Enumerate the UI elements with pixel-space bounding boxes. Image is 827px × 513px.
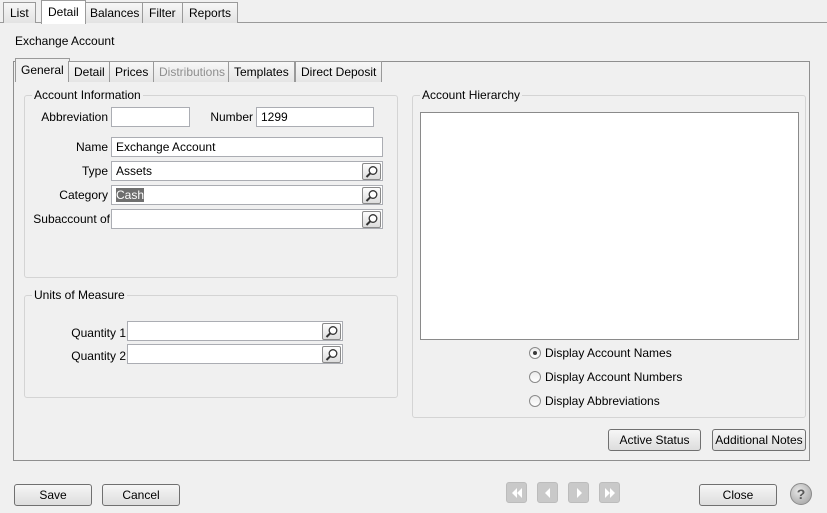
top-tab-label: Balances [90, 6, 140, 20]
magnifier-icon [365, 214, 378, 226]
tab-label: General [21, 63, 64, 77]
quantity2-label: Quantity 2 [71, 349, 126, 363]
tab-label: Detail [74, 65, 105, 79]
abbreviation-label: Abbreviation [41, 110, 108, 124]
category-label: Category [59, 188, 108, 202]
tab-label: Direct Deposit [301, 65, 377, 79]
tab-detail[interactable]: Detail [68, 61, 111, 82]
radio-label: Display Account Numbers [545, 370, 683, 384]
top-tab-list[interactable]: List [3, 2, 36, 23]
subaccount-lookup-button[interactable] [362, 211, 381, 228]
radio-label: Display Account Names [545, 346, 672, 360]
radio-indicator [529, 395, 541, 407]
last-record-button[interactable] [599, 482, 620, 503]
radio-display-account-numbers[interactable]: Display Account Numbers [529, 370, 682, 384]
subaccount-field[interactable] [111, 209, 383, 229]
radio-display-abbreviations[interactable]: Display Abbreviations [529, 394, 660, 408]
quantity2-lookup-button[interactable] [322, 346, 341, 363]
magnifier-icon [325, 349, 338, 361]
type-lookup-button[interactable] [362, 163, 381, 180]
first-record-icon [512, 488, 522, 498]
tab-general[interactable]: General [15, 58, 70, 82]
close-button[interactable]: Close [699, 484, 777, 506]
tab-label: Templates [234, 65, 289, 79]
additional-notes-button[interactable]: Additional Notes [712, 429, 806, 451]
top-tab-label: Filter [149, 6, 176, 20]
cancel-button[interactable]: Cancel [102, 484, 180, 506]
name-label: Name [75, 140, 108, 154]
previous-record-icon [545, 488, 550, 498]
next-record-button[interactable] [568, 482, 589, 503]
tab-prices[interactable]: Prices [109, 61, 155, 82]
name-field[interactable]: Exchange Account [111, 137, 383, 157]
quantity1-lookup-button[interactable] [322, 323, 341, 340]
tab-direct-deposit[interactable]: Direct Deposit [295, 61, 383, 82]
quantity1-field[interactable] [127, 321, 343, 341]
tab-label: Distributions [159, 65, 226, 79]
group-title: Units of Measure [32, 288, 127, 302]
radio-indicator [529, 371, 541, 383]
top-tab-balances[interactable]: Balances [83, 2, 147, 23]
magnifier-icon [365, 166, 378, 178]
group-title: Account Information [32, 88, 143, 102]
active-status-button[interactable]: Active Status [608, 429, 701, 451]
magnifier-icon [365, 190, 378, 202]
top-tab-label: Reports [189, 6, 232, 20]
top-tab-label: Detail [48, 5, 79, 19]
category-value: Cash [116, 188, 145, 202]
help-icon[interactable]: ? [790, 483, 812, 505]
tab-templates[interactable]: Templates [228, 61, 295, 82]
tab-label: Prices [115, 65, 149, 79]
tab-distributions: Distributions [153, 61, 232, 82]
type-value: Assets [116, 164, 153, 178]
radio-indicator [529, 347, 541, 359]
category-lookup-button[interactable] [362, 187, 381, 204]
quantity1-label: Quantity 1 [71, 326, 126, 340]
number-field[interactable]: 1299 [256, 107, 374, 127]
top-tab-label: List [10, 6, 29, 20]
magnifier-icon [325, 326, 338, 338]
next-record-icon [577, 488, 582, 498]
top-tab-filter[interactable]: Filter [142, 2, 183, 23]
top-tab-detail[interactable]: Detail [41, 0, 86, 24]
group-title: Account Hierarchy [420, 88, 523, 102]
radio-display-account-names[interactable]: Display Account Names [529, 346, 672, 360]
top-tab-reports[interactable]: Reports [182, 2, 239, 23]
quantity2-field[interactable] [127, 344, 343, 364]
subaccount-label: Subaccount of [33, 212, 110, 226]
type-field[interactable]: Assets [111, 161, 383, 181]
last-record-icon [605, 488, 615, 498]
account-hierarchy-tree[interactable] [420, 112, 799, 340]
previous-record-button[interactable] [537, 482, 558, 503]
number-label: Number [210, 110, 253, 124]
radio-label: Display Abbreviations [545, 394, 660, 408]
first-record-button[interactable] [506, 482, 527, 503]
abbreviation-field[interactable] [111, 107, 190, 127]
save-button[interactable]: Save [14, 484, 92, 506]
type-label: Type [81, 164, 108, 178]
category-field[interactable]: Cash [111, 185, 383, 205]
page-title: Exchange Account [15, 34, 115, 48]
